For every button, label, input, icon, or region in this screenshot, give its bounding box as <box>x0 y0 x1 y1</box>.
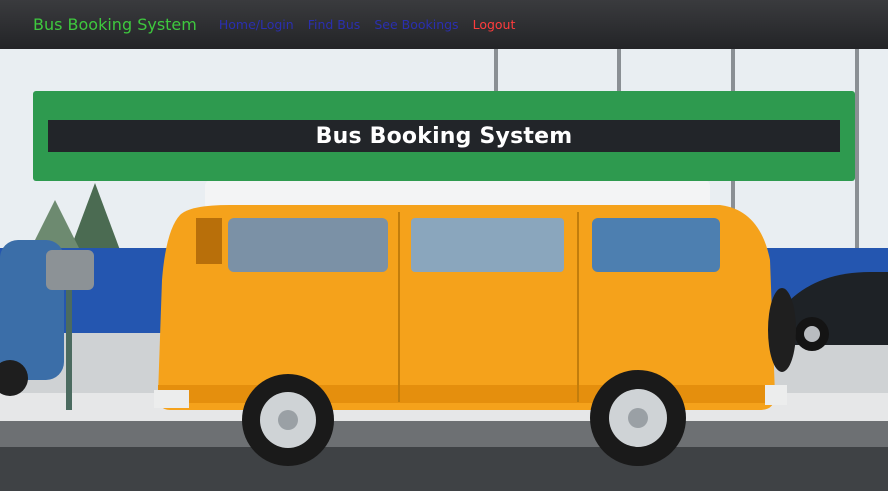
jumbotron: Bus Booking System <box>33 91 855 181</box>
nav-home-login-link[interactable]: Home/Login <box>219 17 294 32</box>
page-title: Bus Booking System <box>315 123 573 149</box>
top-navbar: Bus Booking System Home/Login Find Bus S… <box>0 0 888 49</box>
nav-links: Home/Login Find Bus See Bookings Logout <box>219 17 530 32</box>
nav-see-bookings-link[interactable]: See Bookings <box>374 17 458 32</box>
nav-find-bus-link[interactable]: Find Bus <box>308 17 361 32</box>
brand-link[interactable]: Bus Booking System <box>33 15 197 34</box>
title-bar: Bus Booking System <box>48 120 840 152</box>
nav-logout-link[interactable]: Logout <box>473 17 516 32</box>
